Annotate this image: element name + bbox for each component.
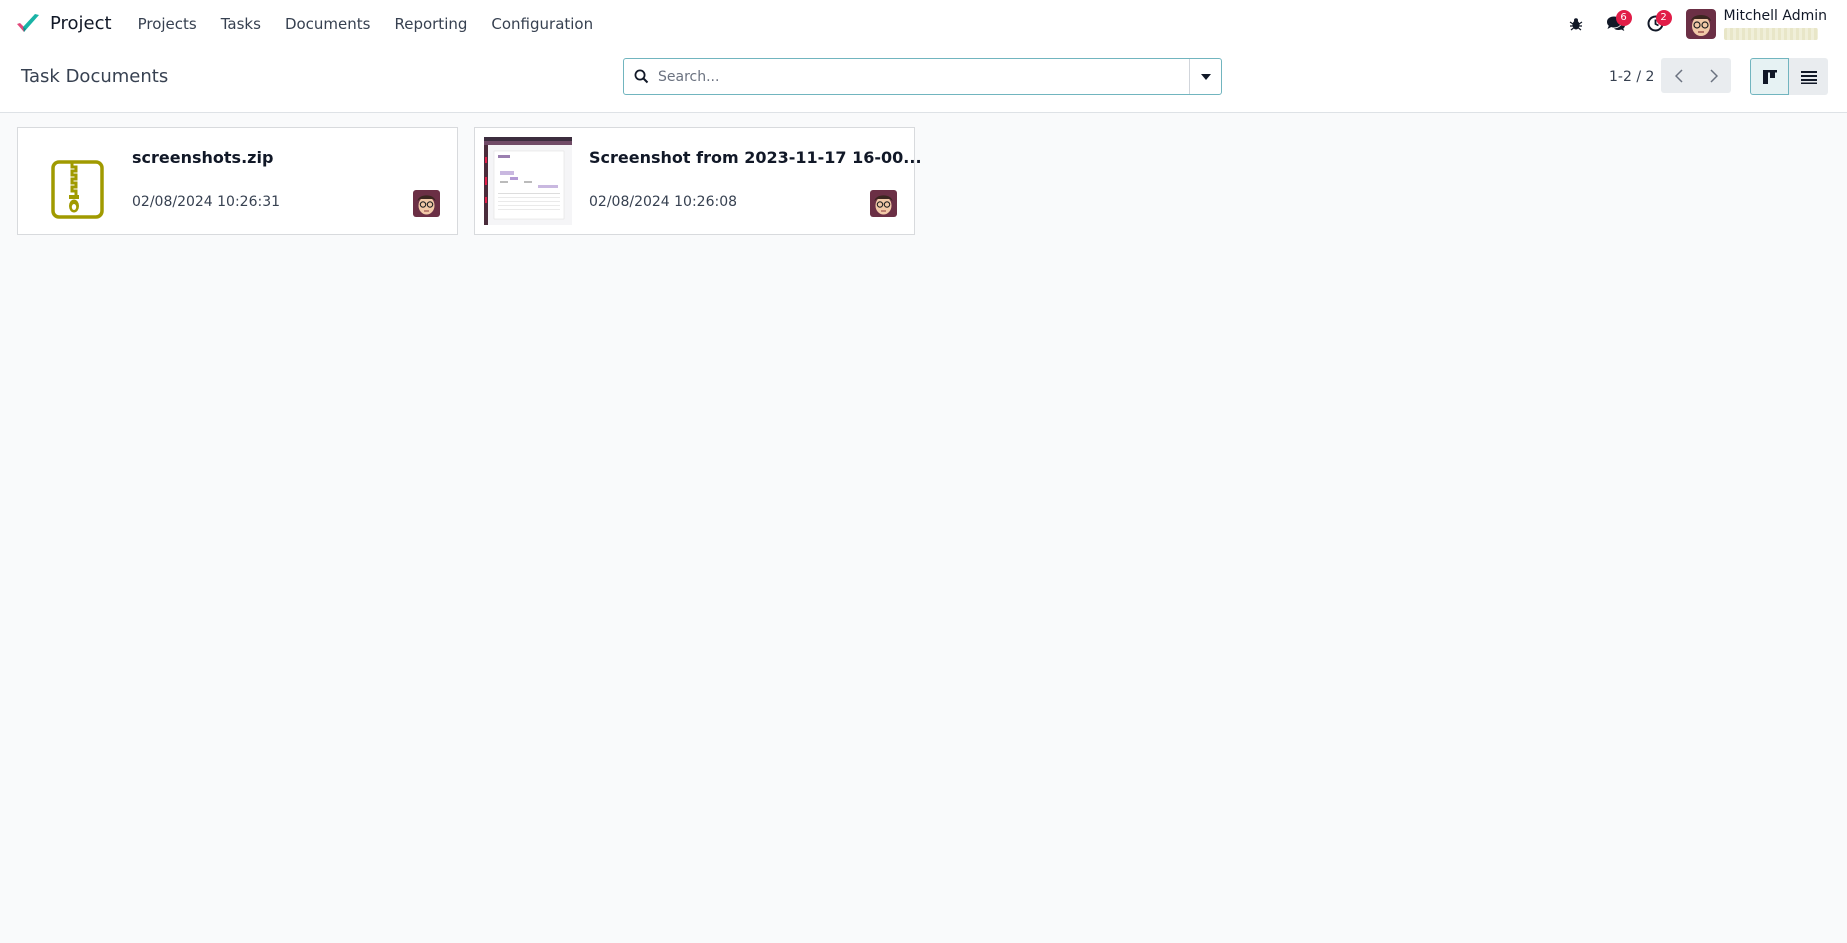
menu-reporting[interactable]: Reporting — [382, 0, 479, 47]
app-name: Project — [50, 13, 112, 34]
top-navbar: Project Projects Tasks Documents Reporti… — [0, 0, 1847, 47]
activities-button[interactable]: 2 — [1636, 0, 1676, 47]
zip-file-icon — [27, 137, 115, 225]
messages-badge: 6 — [1615, 10, 1632, 26]
chevron-right-icon — [1709, 68, 1718, 83]
caret-down-icon — [1200, 73, 1211, 80]
app-brand[interactable]: Project — [0, 0, 126, 47]
debug-button[interactable] — [1556, 0, 1596, 47]
database-name-blurred — [1723, 27, 1818, 40]
search-input[interactable] — [658, 60, 1189, 93]
owner-avatar — [413, 190, 440, 217]
chevron-left-icon — [1674, 68, 1683, 83]
control-panel: Task Documents 1-2 / 2 — [0, 47, 1847, 113]
systray: 6 2 Mitchell Admin — [1556, 0, 1847, 47]
breadcrumb: Task Documents — [21, 66, 169, 87]
bug-icon — [1569, 17, 1582, 30]
menu-documents[interactable]: Documents — [273, 0, 383, 47]
project-app-icon — [17, 13, 39, 32]
menu-projects[interactable]: Projects — [126, 0, 209, 47]
pager-value[interactable]: 1-2 / 2 — [1609, 69, 1654, 85]
document-date: 02/08/2024 10:26:08 — [589, 194, 738, 210]
kanban-icon — [1762, 69, 1777, 84]
main-menu: Projects Tasks Documents Reporting Confi… — [126, 0, 606, 47]
kanban-view-button[interactable] — [1750, 58, 1789, 95]
search-options-toggle[interactable] — [1189, 59, 1221, 94]
document-title: screenshots.zip — [132, 148, 274, 167]
list-view-button[interactable] — [1789, 58, 1828, 95]
document-title: Screenshot from 2023-11-17 16-00... — [589, 148, 922, 167]
pager-previous-button[interactable] — [1661, 58, 1696, 93]
owner-avatar — [870, 190, 897, 217]
user-avatar — [1685, 8, 1716, 39]
menu-tasks[interactable]: Tasks — [209, 0, 273, 47]
document-card[interactable]: Screenshot from 2023-11-17 16-00... 02/0… — [474, 127, 922, 235]
activities-badge: 2 — [1655, 10, 1672, 26]
document-card[interactable]: screenshots.zip 02/08/2024 10:26:31 — [17, 127, 458, 235]
search-icon — [624, 59, 658, 94]
screenshot-thumbnail — [484, 137, 572, 225]
pager-next-button[interactable] — [1696, 58, 1731, 93]
document-date: 02/08/2024 10:26:31 — [132, 194, 281, 210]
user-name: Mitchell Admin — [1723, 7, 1828, 24]
menu-configuration[interactable]: Configuration — [479, 0, 605, 47]
list-icon — [1800, 70, 1817, 84]
search-bar — [623, 58, 1222, 95]
user-menu[interactable]: Mitchell Admin — [1676, 0, 1847, 47]
messages-button[interactable]: 6 — [1596, 0, 1636, 47]
